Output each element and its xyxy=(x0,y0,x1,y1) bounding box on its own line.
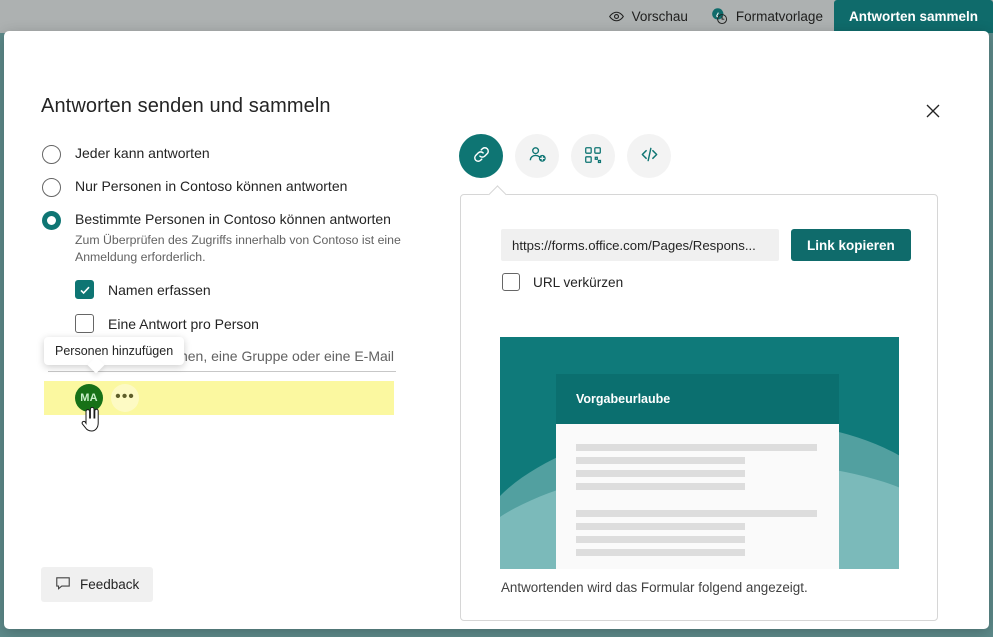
skeleton-line xyxy=(576,549,745,556)
share-dialog: Antworten senden und sammeln Jeder kann … xyxy=(4,31,989,629)
preview-button[interactable]: Vorschau xyxy=(597,0,699,33)
checkmark-icon xyxy=(75,280,94,299)
app-topbar: Vorschau Formatvorlage Antworten sammeln xyxy=(0,0,993,33)
selected-person-row[interactable]: MA ••• xyxy=(44,381,394,415)
radio-mark-selected xyxy=(42,211,61,230)
radio-mark xyxy=(42,145,61,164)
preview-form-card: Vorgabeurlaube xyxy=(556,374,839,569)
radio-mark xyxy=(42,178,61,197)
style-label: Formatvorlage xyxy=(735,9,823,24)
skeleton-line xyxy=(576,470,745,477)
paint-style-icon xyxy=(710,7,729,26)
radio-option-org-only[interactable]: Nur Personen in Contoso können antworten xyxy=(42,177,432,197)
skeleton-line xyxy=(576,457,745,464)
style-button[interactable]: Formatvorlage xyxy=(699,0,834,33)
share-link-input[interactable] xyxy=(501,229,779,261)
skeleton-line xyxy=(576,523,745,530)
radio-label: Bestimmte Personen in Contoso können ant… xyxy=(75,211,391,227)
invite-people-tab[interactable] xyxy=(515,134,559,178)
checkbox-record-name[interactable]: Namen erfassen xyxy=(75,280,432,299)
close-icon[interactable] xyxy=(917,95,949,127)
skeleton-line xyxy=(576,444,817,451)
embed-code-tab[interactable] xyxy=(627,134,671,178)
link-icon xyxy=(471,144,492,168)
qr-code-icon xyxy=(583,145,603,168)
speech-bubble-icon xyxy=(55,575,71,594)
radio-sublabel: Zum Überprüfen des Zugriffs innerhalb vo… xyxy=(75,233,401,264)
skeleton-line xyxy=(576,483,745,490)
radio-option-specific-people[interactable]: Bestimmte Personen in Contoso können ant… xyxy=(42,210,432,266)
preview-caption: Antwortenden wird das Formular folgend a… xyxy=(501,580,808,595)
avatar: MA xyxy=(75,384,103,412)
checkbox-label: Namen erfassen xyxy=(108,281,211,298)
person-add-icon xyxy=(527,144,548,168)
feedback-button[interactable]: Feedback xyxy=(41,567,154,602)
screen: Vorschau Formatvorlage Antworten sammeln… xyxy=(0,0,993,637)
checkbox-label: Eine Antwort pro Person xyxy=(108,315,259,332)
audience-options: Jeder kann antworten Nur Personen in Con… xyxy=(42,144,432,348)
radio-label: Jeder kann antworten xyxy=(75,145,210,161)
copy-link-button[interactable]: Link kopieren xyxy=(791,229,911,261)
shorten-url-label: URL verkürzen xyxy=(533,274,624,290)
code-icon xyxy=(639,144,660,168)
skeleton-line xyxy=(576,510,817,517)
feedback-label: Feedback xyxy=(80,577,140,592)
checkbox-box xyxy=(502,273,520,291)
link-row: Link kopieren xyxy=(501,229,911,261)
share-method-tabs xyxy=(459,134,671,178)
add-people-tooltip: Personen hinzufügen xyxy=(44,337,185,365)
collect-responses-button[interactable]: Antworten sammeln xyxy=(833,0,993,33)
preview-label: Vorschau xyxy=(631,9,688,24)
dialog-title: Antworten senden und sammeln xyxy=(41,95,331,117)
skeleton-line xyxy=(576,536,745,543)
share-link-panel: Link kopieren URL verkürzen Vorgabeurlau… xyxy=(460,185,938,621)
radio-option-anyone[interactable]: Jeder kann antworten xyxy=(42,144,432,164)
qr-code-tab[interactable] xyxy=(571,134,615,178)
preview-form-title: Vorgabeurlaube xyxy=(576,392,671,406)
preview-form-header: Vorgabeurlaube xyxy=(556,374,839,424)
form-preview-thumbnail: Vorgabeurlaube xyxy=(500,337,899,569)
link-tab[interactable] xyxy=(459,134,503,178)
skeleton-gap xyxy=(576,496,817,510)
radio-label: Nur Personen in Contoso können antworten xyxy=(75,178,348,194)
checkbox-box xyxy=(75,314,94,333)
shorten-url-checkbox[interactable]: URL verkürzen xyxy=(502,273,623,291)
checkbox-one-response[interactable]: Eine Antwort pro Person xyxy=(75,314,432,333)
eye-icon xyxy=(608,8,625,25)
panel-notch xyxy=(488,185,507,204)
person-more-options-button[interactable]: ••• xyxy=(111,384,139,412)
preview-form-body xyxy=(556,424,839,556)
